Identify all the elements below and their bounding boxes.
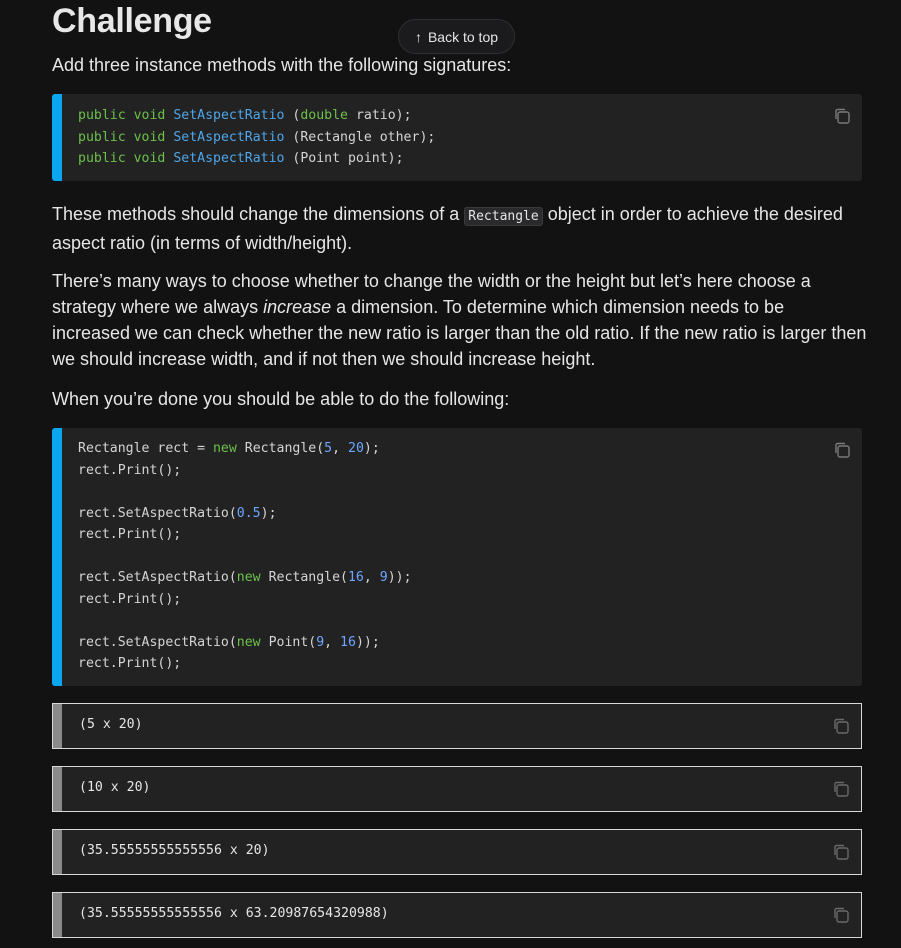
- keyword: new: [236, 570, 261, 585]
- paragraph-done: When you’re done you should be able to d…: [52, 389, 510, 409]
- copy-icon[interactable]: [832, 780, 850, 798]
- method-name: SetAspectRatio: [173, 151, 285, 166]
- number-literal: 20: [348, 441, 364, 456]
- output-accent-bar: [53, 830, 62, 874]
- keyword: void: [133, 151, 166, 166]
- keyword: double: [300, 108, 348, 123]
- copy-icon[interactable]: [833, 441, 851, 459]
- output-text: (35.55555555555556 x 63.20987654320988): [79, 906, 389, 921]
- keyword: new: [236, 634, 261, 650]
- number-literal: 0.5: [236, 505, 261, 521]
- copy-icon[interactable]: [832, 906, 850, 924]
- example-code: Rectangle rect = new Rectangle(5, 20); r…: [78, 441, 412, 671]
- keyword: void: [133, 108, 166, 123]
- method-name: SetAspectRatio: [173, 129, 285, 145]
- signatures-code-block: public void SetAspectRatio (double ratio…: [52, 94, 862, 181]
- output-text: (5 x 20): [79, 717, 143, 732]
- code-accent-bar: [52, 94, 62, 181]
- copy-icon[interactable]: [833, 107, 851, 125]
- method-name: SetAspectRatio: [173, 108, 285, 123]
- output-block: (5 x 20): [52, 703, 862, 749]
- back-to-top-button[interactable]: ↑ Back to top: [398, 19, 515, 54]
- example-code-block: Rectangle rect = new Rectangle(5, 20); r…: [52, 428, 862, 686]
- output-text: (10 x 20): [79, 780, 151, 795]
- paragraph-strategy: There’s many ways to choose whether to c…: [52, 268, 867, 372]
- copy-icon[interactable]: [832, 843, 850, 861]
- output-block: (35.55555555555556 x 63.20987654320988): [52, 892, 862, 938]
- emphasis-increase: increase: [263, 297, 332, 317]
- keyword: new: [212, 441, 237, 456]
- output-accent-bar: [53, 767, 62, 811]
- copy-icon[interactable]: [832, 717, 850, 735]
- output-accent-bar: [53, 704, 62, 748]
- number-literal: 16: [340, 634, 356, 650]
- keyword: public: [78, 151, 126, 166]
- paragraph-methods: These methods should change the dimensio…: [52, 201, 867, 256]
- back-to-top-label: Back to top: [427, 28, 499, 45]
- output-block: (35.55555555555556 x 20): [52, 829, 862, 875]
- number-literal: 9: [379, 570, 388, 585]
- number-literal: 9: [316, 634, 325, 650]
- intro-text: Add three instance methods with the foll…: [52, 55, 512, 75]
- inline-code-rectangle: Rectangle: [464, 207, 543, 226]
- keyword: void: [133, 129, 166, 145]
- output-accent-bar: [53, 893, 62, 937]
- arrow-up-icon: ↑: [414, 28, 422, 45]
- page-title: Challenge: [52, 2, 212, 40]
- output-block: (10 x 20): [52, 766, 862, 812]
- keyword: public: [78, 129, 126, 145]
- output-text: (35.55555555555556 x 20): [79, 843, 270, 858]
- signatures-code: public void SetAspectRatio (double ratio…: [78, 108, 436, 166]
- paragraph-methods-before: These methods should change the dimensio…: [52, 204, 465, 224]
- keyword: public: [78, 108, 126, 123]
- number-literal: 16: [347, 570, 364, 585]
- number-literal: 5: [324, 441, 333, 456]
- code-accent-bar: [52, 428, 62, 686]
